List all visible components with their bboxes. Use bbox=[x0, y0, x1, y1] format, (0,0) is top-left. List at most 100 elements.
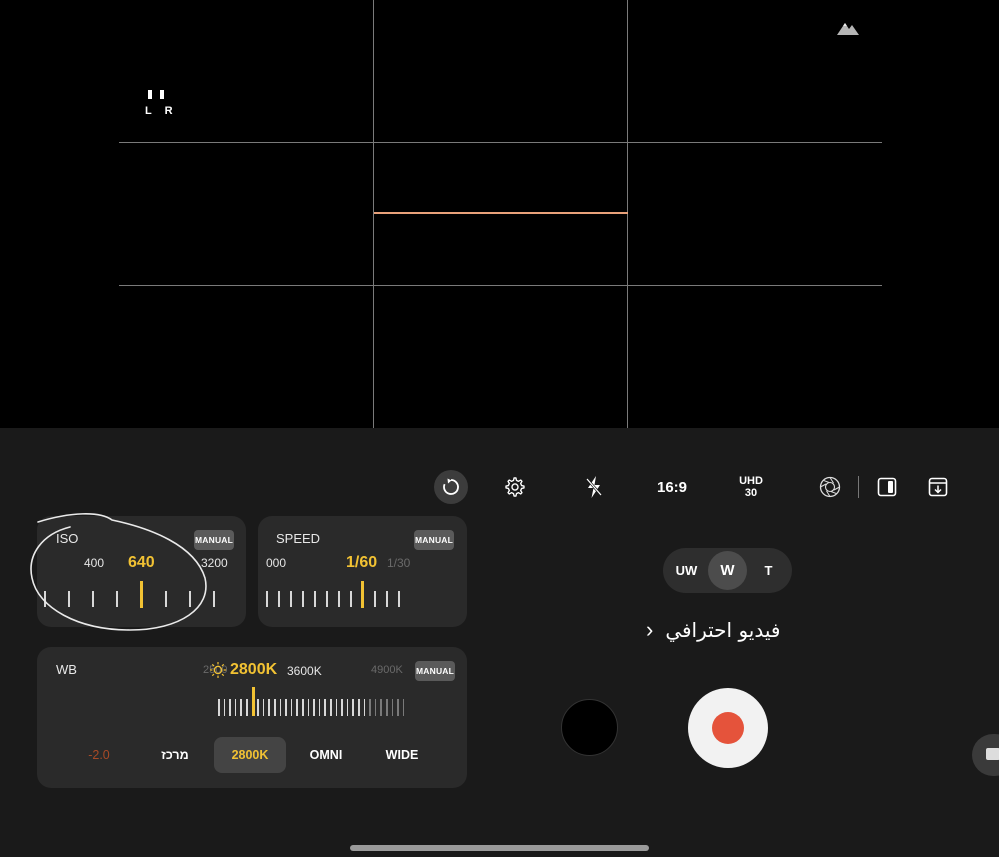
wb-tick bbox=[386, 699, 388, 716]
iso-tick bbox=[44, 591, 46, 607]
download-box-icon bbox=[928, 477, 948, 497]
panel-tab-icon bbox=[986, 748, 999, 760]
settings-button[interactable] bbox=[503, 475, 527, 499]
wb-tick bbox=[313, 699, 315, 716]
wb-tick bbox=[330, 699, 332, 716]
audio-bar-right bbox=[160, 90, 164, 99]
side-panel-handle[interactable] bbox=[972, 734, 999, 776]
wb-tick bbox=[262, 699, 265, 716]
wb-tick bbox=[324, 699, 326, 716]
wb-tick bbox=[402, 699, 405, 716]
wb-option-omni[interactable]: OMNI bbox=[301, 737, 351, 773]
white-balance-control[interactable]: WB MANUAL 2500 2800K 3600K 4900K -2.0 מר… bbox=[37, 647, 467, 788]
audio-channels-label: L R bbox=[145, 105, 178, 117]
speed-tick bbox=[398, 591, 400, 607]
horizon-level-line bbox=[374, 212, 628, 214]
reset-icon bbox=[443, 478, 459, 495]
viewfinder[interactable]: L R bbox=[0, 0, 999, 428]
speed-label: SPEED bbox=[276, 531, 321, 546]
record-button[interactable] bbox=[688, 688, 768, 768]
grid-line-horizontal-1 bbox=[119, 142, 882, 143]
camera-mode-label: فيديو احترافي bbox=[665, 618, 781, 642]
speed-scale-right: 1/30 bbox=[387, 556, 411, 570]
wb-tick bbox=[374, 699, 377, 716]
home-indicator[interactable] bbox=[350, 845, 649, 851]
speed-tick bbox=[290, 591, 292, 607]
iso-scale-right: 3200 bbox=[201, 556, 228, 570]
wb-tick bbox=[346, 699, 349, 716]
grid-line-horizontal-2 bbox=[119, 285, 882, 286]
iso-label: ISO bbox=[56, 531, 79, 546]
lens-wide-button[interactable]: W bbox=[708, 551, 747, 590]
wb-tick bbox=[363, 699, 366, 716]
flash-button[interactable] bbox=[583, 474, 605, 500]
iso-tick bbox=[92, 591, 94, 607]
camera-mode-selector[interactable]: › فيديو احترافي bbox=[646, 618, 826, 642]
wb-label: WB bbox=[56, 662, 77, 677]
wb-tick bbox=[274, 699, 276, 716]
wb-tick bbox=[369, 699, 371, 716]
resolution-label: UHD bbox=[739, 475, 763, 487]
iso-tick bbox=[213, 591, 215, 607]
speed-manual-badge[interactable]: MANUAL bbox=[414, 530, 454, 550]
audio-level-bars bbox=[147, 90, 167, 99]
wb-option-tint[interactable]: -2.0 bbox=[77, 737, 121, 773]
wb-tick bbox=[335, 699, 338, 716]
wb-tick bbox=[290, 699, 293, 716]
wb-tick bbox=[268, 699, 270, 716]
split-view-button[interactable] bbox=[876, 475, 898, 499]
iso-scale-left: 400 bbox=[84, 556, 105, 570]
speed-current-tick[interactable] bbox=[361, 581, 364, 608]
chevron-right-icon: › bbox=[646, 617, 654, 642]
wb-option-wide[interactable]: WIDE bbox=[377, 737, 427, 773]
wb-tick bbox=[229, 699, 231, 716]
wb-current-tick bbox=[251, 687, 255, 716]
gallery-thumbnail[interactable] bbox=[561, 699, 618, 756]
wb-manual-badge[interactable]: MANUAL bbox=[415, 661, 455, 681]
speed-tick bbox=[350, 591, 352, 607]
control-panel: 16:9 UHD 30 ISO MANUAL 400 640 3200 SPEE… bbox=[0, 428, 999, 857]
iso-tick bbox=[165, 591, 167, 607]
iso-control[interactable]: ISO MANUAL 400 640 3200 bbox=[37, 516, 246, 627]
wb-tick bbox=[285, 699, 287, 716]
wb-tick bbox=[397, 699, 399, 716]
aspect-ratio-button[interactable]: 16:9 bbox=[650, 476, 694, 498]
split-screen-icon bbox=[877, 477, 897, 497]
lens-tele-button[interactable]: T bbox=[749, 551, 788, 590]
resolution-button[interactable]: UHD 30 bbox=[731, 473, 771, 501]
wb-tick bbox=[391, 699, 394, 716]
iso-tick bbox=[116, 591, 118, 607]
iso-current-value: 640 bbox=[128, 554, 155, 571]
speed-tick bbox=[374, 591, 376, 607]
shutter-speed-control[interactable]: SPEED MANUAL 000 1/60 1/30 bbox=[258, 516, 467, 627]
speed-scale-left: 000 bbox=[266, 556, 287, 570]
wb-tick bbox=[302, 699, 304, 716]
save-location-button[interactable] bbox=[927, 475, 949, 499]
lens-ultrawide-button[interactable]: UW bbox=[667, 551, 706, 590]
audio-level-meter: L R bbox=[145, 90, 173, 120]
wb-tick bbox=[240, 699, 242, 716]
speed-tick bbox=[302, 591, 304, 607]
wb-current-value: 2800K bbox=[230, 661, 278, 678]
speed-tick bbox=[338, 591, 340, 607]
iso-current-tick[interactable] bbox=[140, 581, 143, 608]
gear-icon bbox=[505, 477, 525, 497]
mountain-icon[interactable] bbox=[836, 20, 860, 41]
speed-tick bbox=[266, 591, 268, 607]
wb-option-center[interactable]: מרכז bbox=[151, 737, 199, 773]
flash-off-icon bbox=[586, 476, 602, 498]
frame-rate-label: 30 bbox=[744, 487, 758, 499]
record-dot-icon bbox=[712, 712, 744, 744]
grid-line-vertical-1 bbox=[373, 0, 374, 428]
toolbar-divider bbox=[858, 476, 859, 498]
wb-tick bbox=[296, 699, 298, 716]
audio-bar-left bbox=[148, 90, 152, 99]
reset-button[interactable] bbox=[434, 470, 468, 504]
iso-manual-badge[interactable]: MANUAL bbox=[194, 530, 234, 550]
aspect-ratio-label: 16:9 bbox=[656, 478, 688, 496]
shutter-effect-button[interactable] bbox=[818, 475, 842, 499]
speed-tick bbox=[386, 591, 388, 607]
wb-option-kelvin[interactable]: 2800K bbox=[214, 737, 286, 773]
wb-tick bbox=[358, 699, 360, 716]
wb-tick bbox=[234, 699, 237, 716]
